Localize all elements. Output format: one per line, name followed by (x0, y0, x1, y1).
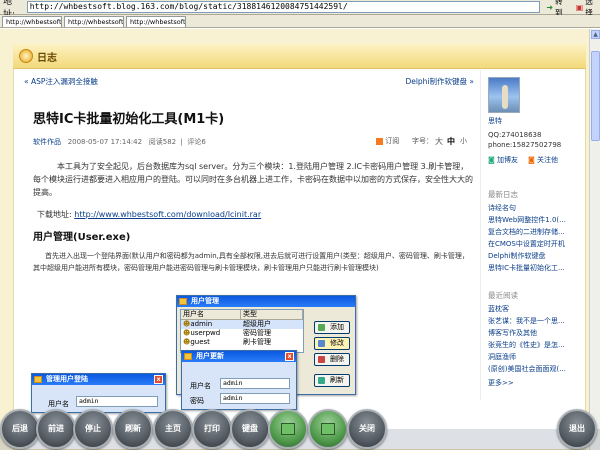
article-title: 思特IC卡批量初始化工具(M1卡) (33, 112, 225, 127)
add-friend-button[interactable]: ◙ 加博友 (488, 155, 518, 165)
address-bar: 地址: http://whbestsoft.blog.163.com/blog/… (0, 0, 600, 20)
delete-icon (318, 356, 325, 363)
scroll-up-icon[interactable]: ▲ (591, 30, 600, 39)
green-app-button[interactable] (268, 409, 308, 449)
login-user-field[interactable]: admin (76, 396, 158, 407)
read-count: 阅读582 (148, 138, 177, 146)
update-pwd-field[interactable]: admin (220, 393, 290, 404)
window-icon (281, 422, 295, 435)
rss-icon (376, 137, 383, 145)
tab-2[interactable]: http://whbestsoft... (64, 16, 124, 27)
user-grid-header: 用户名 类型 (181, 310, 303, 320)
refresh-page-button[interactable]: 刷新 (113, 409, 153, 449)
follow-button[interactable]: ◙ 关注他 (528, 155, 558, 165)
select-icon: ▣ (575, 2, 584, 12)
user-update-titlebar[interactable]: 用户更新 x (182, 351, 296, 362)
close-icon[interactable]: x (285, 352, 294, 361)
author-qq: QQ:274018638 (488, 131, 542, 139)
reader-item[interactable]: (原创)美国社会面面观(... (488, 364, 566, 374)
recent-post-item[interactable]: 诗经名句 (488, 203, 516, 213)
refresh-icon (318, 377, 325, 384)
address-input[interactable]: http://whbestsoft.blog.163.com/blog/stat… (26, 1, 541, 13)
download-line: 下载地址: http://www.whbestsoft.com/download… (37, 210, 262, 219)
blog-header: 日志 (13, 44, 586, 69)
add-button[interactable]: 添加 (314, 321, 350, 334)
reader-item[interactable]: 张竞生的《性史》是怎... (488, 340, 565, 350)
prev-post-link[interactable]: « ASP注入漏洞全接触 (24, 76, 98, 88)
delete-button[interactable]: 删除 (314, 353, 350, 366)
close-icon[interactable]: x (154, 375, 163, 384)
vertical-scrollbar[interactable]: ▲ (589, 29, 600, 450)
category-link[interactable]: 软件作品 (33, 138, 61, 146)
update-user-label: 用户名 (190, 382, 211, 390)
recent-post-item[interactable]: 思特IC卡批量初始化工... (488, 263, 565, 273)
edit-icon (318, 340, 325, 347)
refresh-button[interactable]: 刷新 (314, 374, 350, 387)
reader-item[interactable]: 蓝枕客 (488, 304, 509, 314)
back-button[interactable]: 后退 (0, 409, 40, 449)
recent-readers-heading: 最近阅读 (488, 291, 518, 300)
table-row[interactable]: ☻admin 超级用户 (181, 320, 303, 329)
recent-post-item[interactable]: 复合文档的二进制存储... (488, 227, 565, 237)
go-arrow-icon: ➜ (546, 2, 554, 12)
recent-post-item[interactable]: 思特Web网整控件1.0(... (488, 215, 566, 225)
tab-bar: http://whbestsoft... http://whbestsoft..… (0, 15, 600, 28)
follow-icon: ◙ (528, 156, 535, 164)
avatar[interactable] (488, 77, 520, 113)
author-phone: phone:15827502798 (488, 141, 562, 149)
reader-item[interactable]: 张艺谋：我不是一个思... (488, 316, 565, 326)
font-big[interactable]: 大 (435, 136, 443, 147)
subscribe-link[interactable]: 订阅 (376, 136, 399, 146)
table-row[interactable]: ☻guest 刷卡管理 (181, 338, 303, 347)
edit-button[interactable]: 修改 (314, 337, 350, 350)
scroll-thumb[interactable] (591, 51, 600, 141)
section-title: 日志 (37, 52, 57, 64)
add-icon (318, 324, 325, 331)
next-post-link[interactable]: Delphi制作软键盘 » (405, 76, 474, 88)
font-small[interactable]: 小 (460, 136, 467, 146)
section-heading: 用户管理(User.exe) (33, 232, 131, 243)
intro-paragraph: 本工具为了安全起见，后台数据库为sql server。分为三个模块：1.登陆用户… (33, 162, 473, 197)
recent-posts-heading: 最新日志 (488, 190, 518, 199)
recent-post-item[interactable]: Delphi制作软键盘 (488, 251, 545, 261)
user-manager-titlebar[interactable]: 用户管理 (177, 296, 355, 307)
exit-button[interactable]: 退出 (557, 409, 597, 449)
green-app-button-2[interactable] (308, 409, 348, 449)
login-titlebar[interactable]: 管理用户登陆 x (32, 374, 165, 385)
window-icon (184, 353, 192, 360)
blog-logo-icon (19, 49, 33, 63)
more-readers-link[interactable]: 更多>> (488, 378, 514, 388)
stop-button[interactable]: 停止 (73, 409, 113, 449)
add-friend-icon: ◙ (488, 156, 495, 164)
page-icon (321, 422, 335, 435)
forward-button[interactable]: 前进 (36, 409, 76, 449)
tab-3[interactable]: http://whbestsoft... (126, 16, 186, 27)
post-date: 2008-05-07 17:14:42 (67, 138, 143, 146)
reader-item[interactable]: 博客写作及其他 (488, 328, 537, 338)
font-mid[interactable]: 中 (447, 136, 455, 147)
post-navigation: « ASP注入漏洞全接触 Delphi制作软键盘 » (24, 76, 474, 88)
table-row[interactable]: ☻userpwd 密码管理 (181, 329, 303, 338)
print-button[interactable]: 打印 (192, 409, 232, 449)
update-user-field[interactable]: admin (220, 378, 290, 389)
comment-count[interactable]: 评论6 (187, 138, 205, 146)
tab-1[interactable]: http://whbestsoft... (2, 16, 62, 27)
window-icon (34, 376, 42, 383)
download-link[interactable]: http://www.whbestsoft.com/download/Icini… (74, 210, 261, 219)
window-icon (179, 298, 187, 305)
article-meta: 软件作品 2008-05-07 17:14:42 阅读582 | 评论6 (33, 138, 206, 146)
keyboard-button[interactable]: 键盘 (230, 409, 270, 449)
reader-item[interactable]: 洞庭渔师 (488, 352, 516, 362)
font-size-label: 字号： (412, 137, 433, 145)
author-name[interactable]: 思特 (488, 116, 502, 126)
usermgr-paragraph: 首先进入出现一个登陆界面(默认用户和密码都为admin,具有全部权限,进去后就可… (33, 252, 469, 272)
update-pwd-label: 密码 (190, 397, 204, 405)
user-grid: 用户名 类型 ☻admin 超级用户 ☻userpwd 密码管理 ☻guest … (180, 309, 304, 353)
recent-post-item[interactable]: 在CMOS中设置定时开机 (488, 239, 565, 249)
home-button[interactable]: 主页 (153, 409, 193, 449)
close-button[interactable]: 关闭 (347, 409, 387, 449)
login-user-label: 用户名 (48, 400, 69, 408)
